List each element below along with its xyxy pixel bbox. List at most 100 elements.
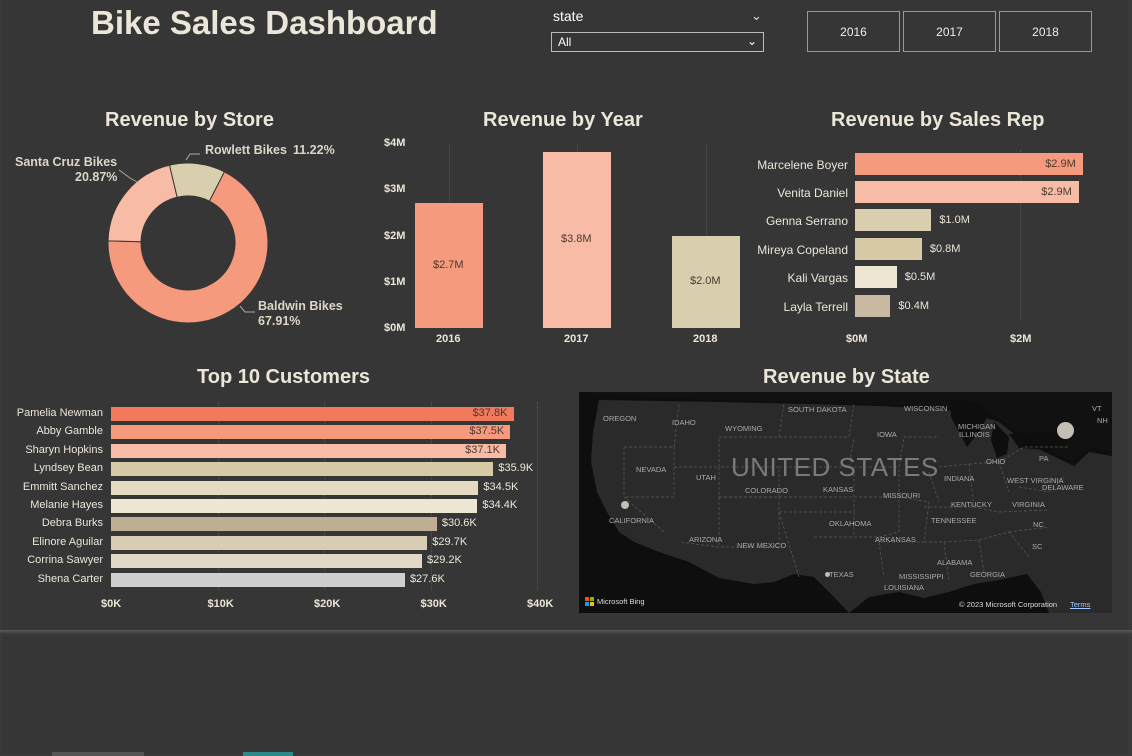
state-slicer-dropdown[interactable]: All ⌄	[551, 32, 764, 52]
customer-bar-value-label: $37.8K	[472, 407, 508, 419]
customer-name-label: Elinore Aguilar	[32, 535, 103, 548]
map-state-label: OHIO	[986, 457, 1006, 466]
rep-name-label: Genna Serrano	[765, 214, 848, 228]
state-slicer-value: All	[558, 35, 572, 49]
map-state-label: NEW MEXICO	[737, 541, 787, 550]
page-tab-2[interactable]	[243, 752, 293, 756]
rep-bar-value-label: $0.4M	[898, 300, 929, 312]
map-terms-link[interactable]: Terms	[1070, 600, 1090, 609]
map-state-label: IDAHO	[672, 418, 696, 427]
customer-name-label: Abby Gamble	[36, 425, 103, 438]
map-country-label: UNITED STATES	[731, 452, 939, 482]
map-state-label: LOUISIANA	[884, 583, 925, 592]
map-state-label: KENTUCKY	[951, 500, 992, 509]
empty-report-area	[2, 636, 1128, 754]
rep-grid-line	[1020, 150, 1021, 320]
revenue-by-state-map[interactable]: UNITED STATES Microsoft Bing © 2023 Micr…	[579, 392, 1112, 613]
year-y-tick: $3M	[384, 183, 406, 196]
map-state-label: CALIFORNIA	[609, 516, 655, 525]
map-state-label: ALABAMA	[937, 558, 973, 567]
year-button-2017[interactable]: 2017	[903, 11, 996, 52]
rep-x-tick: $0M	[846, 333, 868, 345]
map-state-label: NH	[1097, 416, 1108, 425]
customer-bar[interactable]	[111, 462, 494, 477]
customer-bar[interactable]	[111, 517, 437, 532]
customer-grid-line	[537, 402, 538, 590]
year-bar-value-label: $2.7M	[433, 258, 464, 271]
donut-label-rowlett-name: Rowlett Bikes	[205, 143, 287, 157]
customer-name-label: Corrina Sawyer	[27, 554, 103, 567]
rep-name-label: Marcelene Boyer	[757, 158, 848, 172]
donut-slice-santa-cruz-bikes[interactable]	[107, 164, 178, 243]
revenue-by-state-title: Revenue by State	[763, 366, 930, 388]
rep-bar[interactable]	[855, 295, 891, 317]
donut-label-santa-cruz-name: Santa Cruz Bikes	[15, 155, 118, 169]
map-state-label: MISSISSIPPI	[899, 572, 944, 581]
bing-attribution: Microsoft Bing	[597, 597, 645, 606]
rep-bar[interactable]	[855, 266, 897, 288]
customer-bar-value-label: $29.2K	[426, 554, 462, 567]
map-state-label: KANSAS	[823, 485, 854, 494]
map-state-label: NEVADA	[636, 465, 667, 474]
chevron-down-icon: ⌄	[746, 34, 757, 48]
map-state-label: OKLAHOMA	[829, 519, 872, 528]
map-bubble-new-york[interactable]	[1057, 422, 1074, 439]
rep-name-label: Venita Daniel	[777, 186, 848, 200]
customer-bar[interactable]	[111, 554, 422, 569]
map-state-label: SC	[1032, 542, 1043, 551]
map-state-label: NC	[1033, 520, 1044, 529]
customer-bar[interactable]	[111, 535, 428, 550]
customer-name-label: Shena Carter	[37, 572, 103, 585]
page-tab-1[interactable]	[52, 752, 144, 756]
map-state-label: INDIANA	[944, 474, 975, 483]
year-y-tick: $0M	[384, 322, 406, 334]
customer-bar[interactable]	[111, 407, 514, 421]
customer-bar[interactable]	[111, 499, 478, 513]
customer-x-tick: $0K	[101, 598, 122, 610]
bing-logo: Microsoft Bing	[585, 597, 645, 606]
customer-name-label: Lyndsey Bean	[33, 462, 103, 475]
slicer-collapse-icon[interactable]: ⌄	[751, 8, 762, 24]
year-x-tick: 2018	[693, 333, 718, 345]
rep-name-label: Mireya Copeland	[757, 243, 848, 257]
customer-bar-value-label: $30.6K	[441, 517, 477, 530]
rep-name-label: Kali Vargas	[787, 271, 848, 285]
rep-bar-value-label: $2.9M	[1045, 158, 1076, 170]
customer-bar-value-label: $35.9K	[498, 462, 534, 475]
rep-x-tick: $2M	[1010, 333, 1032, 345]
year-x-tick: 2016	[436, 333, 461, 345]
map-state-label: GEORGIA	[970, 570, 1006, 579]
customer-x-tick: $40K	[527, 598, 554, 610]
year-button-2016[interactable]: 2016	[807, 11, 900, 52]
map-state-label: WYOMING	[725, 424, 763, 433]
rep-bar[interactable]	[855, 238, 922, 260]
rep-name-label: Layla Terrell	[783, 300, 848, 314]
map-bubble-california[interactable]	[621, 501, 629, 509]
customer-name-label: Debra Burks	[41, 517, 103, 530]
revenue-by-year-title: Revenue by Year	[483, 109, 643, 131]
rep-bar-value-label: $0.5M	[904, 271, 936, 283]
donut-label-santa-cruz-pct: 20.87%	[75, 170, 118, 184]
customer-bar-value-label: $37.1K	[465, 443, 500, 456]
map-state-label: DELAWARE	[1042, 483, 1084, 492]
customer-name-label: Pamelia Newman	[16, 407, 103, 419]
customer-bar[interactable]	[111, 572, 405, 587]
rep-bar-value-label: $1.0M	[939, 214, 970, 226]
donut-label-rowlett-pct: 11.22%	[293, 143, 335, 157]
customer-bar-value-label: $34.5K	[483, 480, 519, 493]
year-y-tick: $2M	[384, 229, 406, 242]
revenue-by-store-title: Revenue by Store	[105, 109, 274, 131]
map-state-label: IOWA	[877, 430, 897, 439]
revenue-by-store-donut[interactable]	[88, 143, 288, 343]
customer-name-label: Melanie Hayes	[30, 499, 103, 511]
customer-name-label: Emmitt Sanchez	[22, 480, 103, 493]
rep-bar[interactable]	[855, 209, 932, 231]
year-button-2018[interactable]: 2018	[999, 11, 1092, 52]
map-state-label: ARIZONA	[689, 535, 723, 544]
map-state-label: VIRGINIA	[1012, 500, 1045, 509]
customer-bar[interactable]	[111, 480, 479, 495]
customer-x-tick: $20K	[314, 598, 341, 610]
customer-bar[interactable]	[111, 443, 507, 458]
customer-bar[interactable]	[111, 425, 511, 440]
year-y-tick: $4M	[384, 137, 406, 149]
